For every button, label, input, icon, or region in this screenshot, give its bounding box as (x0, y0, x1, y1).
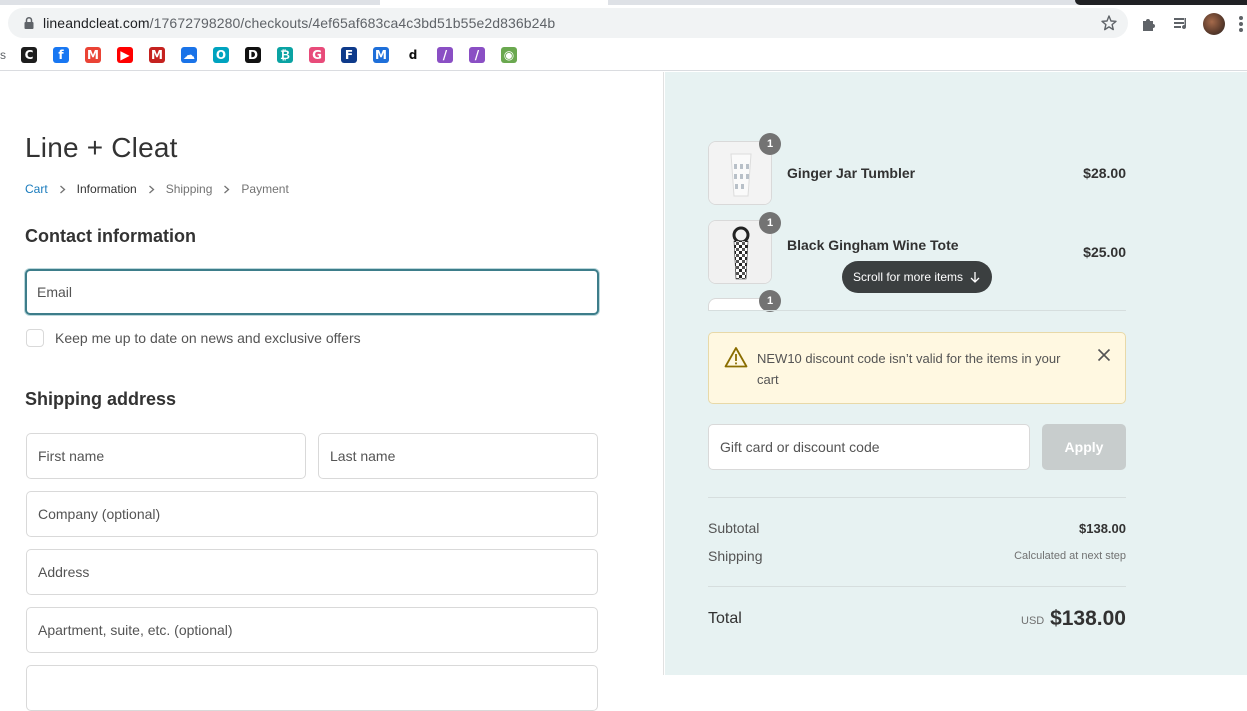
company-placeholder: Company (optional) (38, 506, 161, 522)
item-name: Ginger Jar Tumbler (787, 165, 916, 181)
apartment-field[interactable]: Apartment, suite, etc. (optional) (26, 607, 598, 653)
apply-button[interactable]: Apply (1042, 424, 1126, 470)
cart-item: 1 Ginger Jar Tumbler $28.00 (708, 133, 1126, 205)
f-logo-icon[interactable]: F (341, 47, 357, 63)
first-name-field[interactable]: First name (26, 433, 306, 479)
alert-message: NEW10 discount code isn’t valid for the … (757, 351, 1061, 387)
coin-icon[interactable]: ₿ (277, 47, 293, 63)
breadcrumb-payment: Payment (241, 182, 289, 196)
square-o-icon[interactable]: O (213, 47, 229, 63)
breadcrumb: Cart Information Shipping Payment (25, 182, 289, 196)
company-field[interactable]: Company (optional) (26, 491, 598, 537)
divider (708, 497, 1126, 498)
app-icon[interactable]: G (309, 47, 325, 63)
browser-toolbar: lineandcleat.com/17672798280/checkouts/4… (0, 5, 1247, 41)
gmail-icon[interactable]: M (149, 47, 165, 63)
bookmarks-bar: s Cf M ▶ M ☁ O D ₿ G F Md / / ◉ (0, 41, 1247, 71)
arrow-down-icon (970, 272, 980, 283)
more-menu-icon[interactable] (1238, 15, 1244, 33)
url-text[interactable]: lineandcleat.com/17672798280/checkouts/4… (43, 15, 555, 31)
currency-code: USD (1021, 615, 1045, 627)
globe-icon[interactable]: ◉ (501, 47, 517, 63)
subtotal-value: $138.00 (1079, 521, 1126, 536)
item-name: Black Gingham Wine Tote (787, 237, 959, 253)
discount-placeholder: Gift card or discount code (720, 439, 880, 455)
contact-heading: Contact information (25, 226, 196, 246)
discount-error-alert: NEW10 discount code isn’t valid for the … (708, 332, 1126, 404)
scroll-hint-label: Scroll for more items (852, 270, 964, 284)
address-bar[interactable]: lineandcleat.com/17672798280/checkouts/4… (8, 8, 1128, 38)
url-host: lineandcleat.com (43, 15, 150, 31)
store-title[interactable]: Line + Cleat (25, 132, 178, 164)
quantity-badge: 1 (759, 290, 781, 312)
bookmark-overflow-icon[interactable]: s (0, 48, 6, 62)
d-logo-icon[interactable]: D (245, 47, 261, 63)
lock-icon[interactable] (22, 16, 36, 30)
profile-avatar[interactable] (1203, 13, 1225, 35)
breadcrumb-shipping: Shipping (165, 182, 213, 196)
breadcrumb-information: Information (76, 182, 137, 196)
bookmark-star-icon[interactable] (1100, 14, 1118, 32)
warning-icon (724, 347, 748, 368)
newsletter-label[interactable]: Keep me up to date on news and exclusive… (55, 330, 361, 346)
first-name-placeholder: First name (38, 448, 105, 464)
total-label: Total (708, 610, 742, 627)
checkout-form-column: Line + Cleat Cart Information Shipping P… (0, 72, 664, 711)
email-field[interactable]: Email (25, 269, 599, 315)
chevron-right-icon (224, 185, 230, 193)
quantity-badge: 1 (759, 212, 781, 234)
shipping-heading: Shipping address (25, 389, 177, 409)
feather-icon[interactable]: / (469, 47, 485, 63)
breadcrumb-cart[interactable]: Cart (25, 182, 48, 196)
last-name-placeholder: Last name (330, 448, 396, 464)
item-price: $28.00 (1083, 165, 1126, 181)
gmail-icon[interactable]: M (85, 47, 101, 63)
youtube-icon[interactable]: ▶ (117, 47, 133, 63)
c-logo-icon[interactable]: C (21, 47, 37, 63)
divider (708, 586, 1126, 587)
media-control-icon[interactable] (1172, 14, 1192, 34)
email-placeholder: Email (37, 284, 73, 300)
d-small-icon[interactable]: d (405, 47, 421, 63)
address-field[interactable]: Address (26, 549, 598, 595)
newsletter-checkbox[interactable] (26, 329, 44, 347)
cart-item: 1 (708, 290, 1126, 312)
close-icon[interactable] (1097, 348, 1111, 362)
total-value: $138.00 (1050, 607, 1126, 630)
scroll-more-items-button[interactable]: Scroll for more items (842, 261, 992, 293)
shipping-value: Calculated at next step (1014, 550, 1126, 562)
chevron-right-icon (59, 185, 66, 193)
cloud-icon[interactable]: ☁ (181, 47, 197, 63)
checkout-page: Line + Cleat Cart Information Shipping P… (0, 72, 1247, 711)
url-path: /17672798280/checkouts/4ef65af683ca4c3bd… (149, 15, 556, 31)
order-summary-sidebar: 1 Ginger Jar Tumbler $28.00 1 Black Ging… (665, 72, 1247, 675)
apartment-placeholder: Apartment, suite, etc. (optional) (38, 622, 233, 638)
item-price: $25.00 (1083, 244, 1126, 260)
m-logo-icon[interactable]: M (373, 47, 389, 63)
last-name-field[interactable]: Last name (318, 433, 598, 479)
facebook-icon[interactable]: f (53, 47, 69, 63)
extensions-icon[interactable] (1139, 14, 1159, 34)
address-placeholder: Address (38, 564, 90, 580)
subtotal-label: Subtotal (708, 520, 760, 536)
discount-code-input[interactable]: Gift card or discount code (708, 424, 1030, 470)
feather-icon[interactable]: / (437, 47, 453, 63)
shipping-label: Shipping (708, 548, 763, 564)
divider (708, 310, 1126, 311)
chevron-right-icon (148, 185, 155, 193)
quantity-badge: 1 (759, 133, 781, 155)
city-field[interactable] (26, 665, 598, 711)
